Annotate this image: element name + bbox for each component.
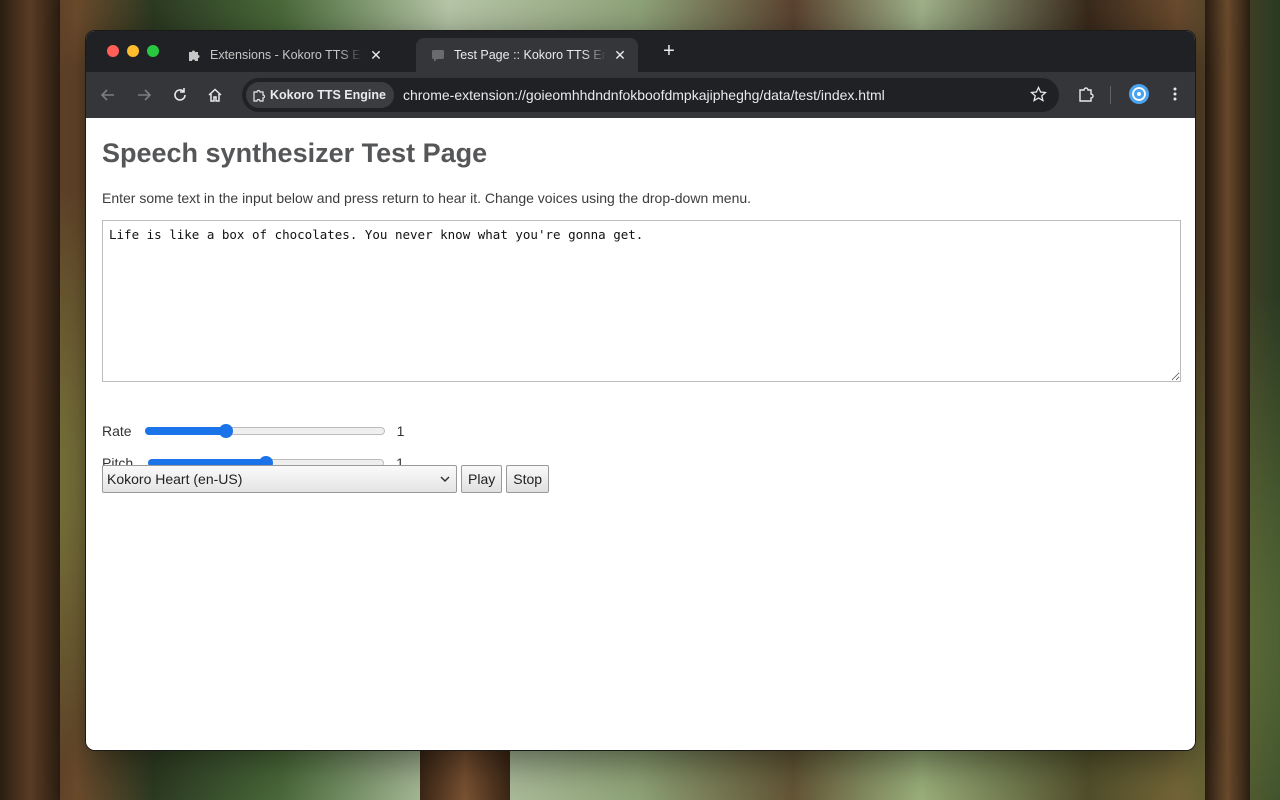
home-icon [208, 88, 222, 102]
extension-icon [252, 88, 266, 102]
message-icon [430, 47, 446, 63]
arrow-left-icon [100, 89, 114, 101]
slider-fill [144, 427, 227, 435]
forward-button[interactable] [133, 84, 155, 106]
tab-extensions[interactable]: Extensions - Kokoro TTS Engine ✕ [172, 38, 394, 72]
back-button[interactable] [97, 84, 119, 106]
browser-toolbar: Kokoro TTS Engine chrome-extension://goi… [86, 72, 1195, 118]
reload-button[interactable] [169, 84, 191, 106]
rate-value: 1 [396, 423, 405, 439]
maximize-window-button[interactable] [147, 45, 159, 57]
menu-button[interactable] [1164, 83, 1186, 105]
page-content: Speech synthesizer Test Page Enter some … [86, 118, 1195, 750]
more-vertical-icon [1173, 87, 1177, 101]
stop-button[interactable]: Stop [506, 465, 550, 493]
tab-strip: Extensions - Kokoro TTS Engine ✕ Test Pa… [86, 31, 1195, 72]
browser-window: Extensions - Kokoro TTS Engine ✕ Test Pa… [85, 30, 1196, 751]
chevron-down-icon [440, 471, 450, 487]
slider-thumb[interactable] [219, 424, 234, 438]
profile-avatar[interactable] [1128, 83, 1150, 105]
puzzle-icon [1079, 87, 1094, 102]
background-tree-trunk [1205, 0, 1250, 800]
rate-slider[interactable] [144, 421, 385, 441]
reload-icon [174, 88, 186, 101]
site-chip-label: Kokoro TTS Engine [270, 88, 386, 102]
close-tab-icon[interactable]: ✕ [368, 47, 384, 64]
window-controls [107, 45, 159, 57]
voice-controls: Kokoro Heart (en-US) Play Stop [102, 465, 550, 493]
url-text[interactable]: chrome-extension://goieomhhdndnfokboofdm… [403, 87, 885, 103]
minimize-window-button[interactable] [127, 45, 139, 57]
close-window-button[interactable] [107, 45, 119, 57]
home-button[interactable] [204, 84, 226, 106]
close-tab-icon[interactable]: ✕ [612, 47, 628, 64]
rate-row: Rate 1 [102, 421, 404, 441]
puzzle-icon [186, 47, 202, 63]
bookmark-star-icon[interactable] [1029, 85, 1048, 108]
extensions-button[interactable] [1075, 83, 1097, 105]
page-title: Speech synthesizer Test Page [102, 138, 488, 168]
speech-text-input[interactable] [102, 220, 1181, 382]
toolbar-divider [1110, 86, 1111, 104]
voice-select-value: Kokoro Heart (en-US) [107, 471, 243, 487]
background-tree-trunk [0, 0, 60, 800]
play-button[interactable]: Play [461, 465, 503, 493]
page-description: Enter some text in the input below and p… [102, 190, 752, 206]
tab-title: Test Page :: Kokoro TTS Engine [454, 48, 606, 62]
rate-label: Rate [102, 423, 132, 439]
address-bar[interactable]: Kokoro TTS Engine chrome-extension://goi… [242, 78, 1059, 112]
new-tab-button[interactable]: + [658, 41, 680, 61]
arrow-right-icon [138, 89, 152, 101]
tab-test-page[interactable]: Test Page :: Kokoro TTS Engine ✕ [416, 38, 638, 72]
voice-select[interactable]: Kokoro Heart (en-US) [102, 465, 457, 493]
tab-title: Extensions - Kokoro TTS Engine [210, 48, 362, 62]
site-info-chip[interactable]: Kokoro TTS Engine [246, 82, 394, 108]
